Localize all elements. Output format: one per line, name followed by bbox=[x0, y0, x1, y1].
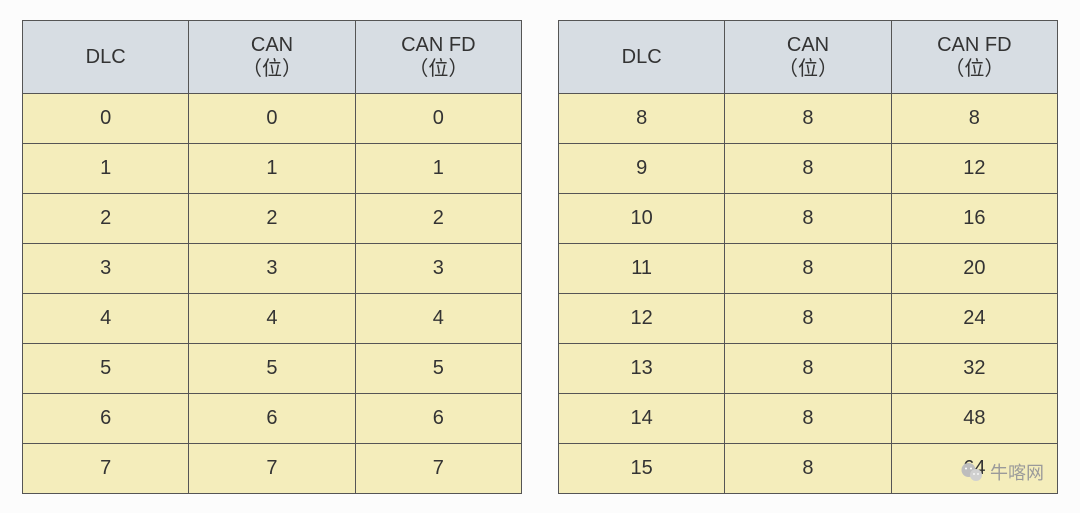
cell-dlc: 9 bbox=[559, 144, 725, 194]
cell-dlc: 10 bbox=[559, 194, 725, 244]
cell-dlc: 14 bbox=[559, 394, 725, 444]
cell-canfd: 2 bbox=[355, 194, 521, 244]
cell-dlc: 6 bbox=[23, 394, 189, 444]
cell-can: 8 bbox=[725, 344, 891, 394]
cell-canfd: 3 bbox=[355, 244, 521, 294]
col-header-label: CAN FD bbox=[356, 33, 521, 57]
cell-canfd: 6 bbox=[355, 394, 521, 444]
cell-dlc: 8 bbox=[559, 94, 725, 144]
table-row: 3 3 3 bbox=[23, 244, 522, 294]
col-header-dlc: DLC bbox=[559, 21, 725, 94]
table-header-row: DLC CAN （位） CAN FD （位） bbox=[23, 21, 522, 94]
cell-dlc: 15 bbox=[559, 444, 725, 494]
table-row: 7 7 7 bbox=[23, 444, 522, 494]
cell-dlc: 12 bbox=[559, 294, 725, 344]
col-header-label: CAN bbox=[189, 33, 354, 57]
col-header-label: DLC bbox=[559, 45, 724, 69]
cell-dlc: 11 bbox=[559, 244, 725, 294]
table-row: 10 8 16 bbox=[559, 194, 1058, 244]
cell-can: 1 bbox=[189, 144, 355, 194]
cell-dlc: 13 bbox=[559, 344, 725, 394]
cell-can: 8 bbox=[725, 94, 891, 144]
cell-dlc: 5 bbox=[23, 344, 189, 394]
cell-dlc: 1 bbox=[23, 144, 189, 194]
col-header-sub: （位） bbox=[189, 57, 354, 81]
cell-can: 2 bbox=[189, 194, 355, 244]
cell-can: 8 bbox=[725, 194, 891, 244]
col-header-canfd: CAN FD （位） bbox=[891, 21, 1057, 94]
cell-canfd: 0 bbox=[355, 94, 521, 144]
cell-can: 3 bbox=[189, 244, 355, 294]
cell-canfd: 8 bbox=[891, 94, 1057, 144]
table-row: 12 8 24 bbox=[559, 294, 1058, 344]
col-header-sub: （位） bbox=[892, 57, 1057, 81]
col-header-dlc: DLC bbox=[23, 21, 189, 94]
cell-can: 0 bbox=[189, 94, 355, 144]
cell-canfd: 24 bbox=[891, 294, 1057, 344]
cell-dlc: 7 bbox=[23, 444, 189, 494]
cell-canfd: 48 bbox=[891, 394, 1057, 444]
col-header-label: DLC bbox=[23, 45, 188, 69]
cell-can: 8 bbox=[725, 144, 891, 194]
cell-canfd: 64 bbox=[891, 444, 1057, 494]
table-row: 14 8 48 bbox=[559, 394, 1058, 444]
cell-can: 8 bbox=[725, 244, 891, 294]
table-row: 4 4 4 bbox=[23, 294, 522, 344]
cell-can: 7 bbox=[189, 444, 355, 494]
col-header-label: CAN bbox=[725, 33, 890, 57]
cell-canfd: 12 bbox=[891, 144, 1057, 194]
cell-dlc: 0 bbox=[23, 94, 189, 144]
table-header-row: DLC CAN （位） CAN FD （位） bbox=[559, 21, 1058, 94]
table-row: 6 6 6 bbox=[23, 394, 522, 444]
table-row: 0 0 0 bbox=[23, 94, 522, 144]
col-header-canfd: CAN FD （位） bbox=[355, 21, 521, 94]
dlc-table-right: DLC CAN （位） CAN FD （位） 8 8 8 9 bbox=[558, 20, 1058, 494]
table-row: 2 2 2 bbox=[23, 194, 522, 244]
cell-canfd: 5 bbox=[355, 344, 521, 394]
cell-can: 8 bbox=[725, 294, 891, 344]
table-row: 15 8 64 bbox=[559, 444, 1058, 494]
cell-canfd: 4 bbox=[355, 294, 521, 344]
col-header-sub: （位） bbox=[356, 57, 521, 81]
table-row: 11 8 20 bbox=[559, 244, 1058, 294]
cell-dlc: 2 bbox=[23, 194, 189, 244]
cell-can: 8 bbox=[725, 444, 891, 494]
table-row: 13 8 32 bbox=[559, 344, 1058, 394]
dlc-table-left: DLC CAN （位） CAN FD （位） 0 0 0 1 bbox=[22, 20, 522, 494]
table-row: 8 8 8 bbox=[559, 94, 1058, 144]
cell-canfd: 16 bbox=[891, 194, 1057, 244]
cell-can: 5 bbox=[189, 344, 355, 394]
cell-canfd: 7 bbox=[355, 444, 521, 494]
col-header-sub: （位） bbox=[725, 57, 890, 81]
col-header-can: CAN （位） bbox=[189, 21, 355, 94]
cell-dlc: 3 bbox=[23, 244, 189, 294]
cell-dlc: 4 bbox=[23, 294, 189, 344]
cell-can: 8 bbox=[725, 394, 891, 444]
col-header-can: CAN （位） bbox=[725, 21, 891, 94]
cell-canfd: 1 bbox=[355, 144, 521, 194]
col-header-label: CAN FD bbox=[892, 33, 1057, 57]
table-row: 9 8 12 bbox=[559, 144, 1058, 194]
cell-canfd: 20 bbox=[891, 244, 1057, 294]
cell-canfd: 32 bbox=[891, 344, 1057, 394]
table-row: 5 5 5 bbox=[23, 344, 522, 394]
page-root: DLC CAN （位） CAN FD （位） 0 0 0 1 bbox=[0, 0, 1080, 513]
cell-can: 6 bbox=[189, 394, 355, 444]
cell-can: 4 bbox=[189, 294, 355, 344]
table-row: 1 1 1 bbox=[23, 144, 522, 194]
